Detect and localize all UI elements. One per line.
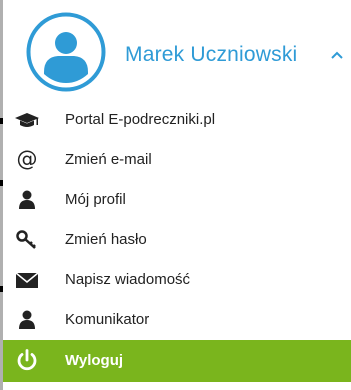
graduation-cap-icon (15, 113, 39, 127)
key-icon (16, 230, 36, 249)
user-icon (19, 190, 35, 209)
menu-item-logout[interactable]: Wyloguj (3, 340, 351, 382)
menu-item-label: Zmień e-mail (65, 151, 152, 168)
menu-items: Portal E-podreczniki.pl @ Zmień e-mail M… (3, 100, 351, 382)
menu-item-label: Mój profil (65, 191, 126, 208)
menu-item-profile[interactable]: Mój profil (3, 180, 351, 220)
envelope-icon (15, 272, 39, 288)
menu-item-label: Zmień hasło (65, 231, 147, 248)
user-icon (19, 310, 35, 329)
user-menu-header[interactable]: Marek Uczniowski (3, 0, 351, 100)
avatar-icon (26, 12, 106, 92)
menu-item-label: Komunikator (65, 311, 150, 328)
menu-item-portal[interactable]: Portal E-podreczniki.pl (3, 100, 351, 140)
menu-item-label: Portal E-podreczniki.pl (65, 111, 216, 128)
menu-item-label: Wyloguj (65, 352, 124, 369)
menu-item-change-email[interactable]: @ Zmień e-mail (3, 140, 351, 180)
svg-text:@: @ (17, 148, 38, 171)
chevron-up-icon[interactable] (330, 50, 344, 60)
user-dropdown-menu: Marek Uczniowski Portal E-podreczniki.pl… (0, 0, 351, 390)
menu-item-messenger[interactable]: Komunikator (3, 300, 351, 340)
menu-item-label: Napisz wiadomość (65, 271, 191, 288)
at-sign-icon: @ (17, 148, 38, 171)
user-name: Marek Uczniowski (125, 43, 298, 66)
menu-item-change-password[interactable]: Zmień hasło (3, 220, 351, 260)
menu-item-write-message[interactable]: Napisz wiadomość (3, 260, 351, 300)
power-icon (17, 349, 37, 371)
